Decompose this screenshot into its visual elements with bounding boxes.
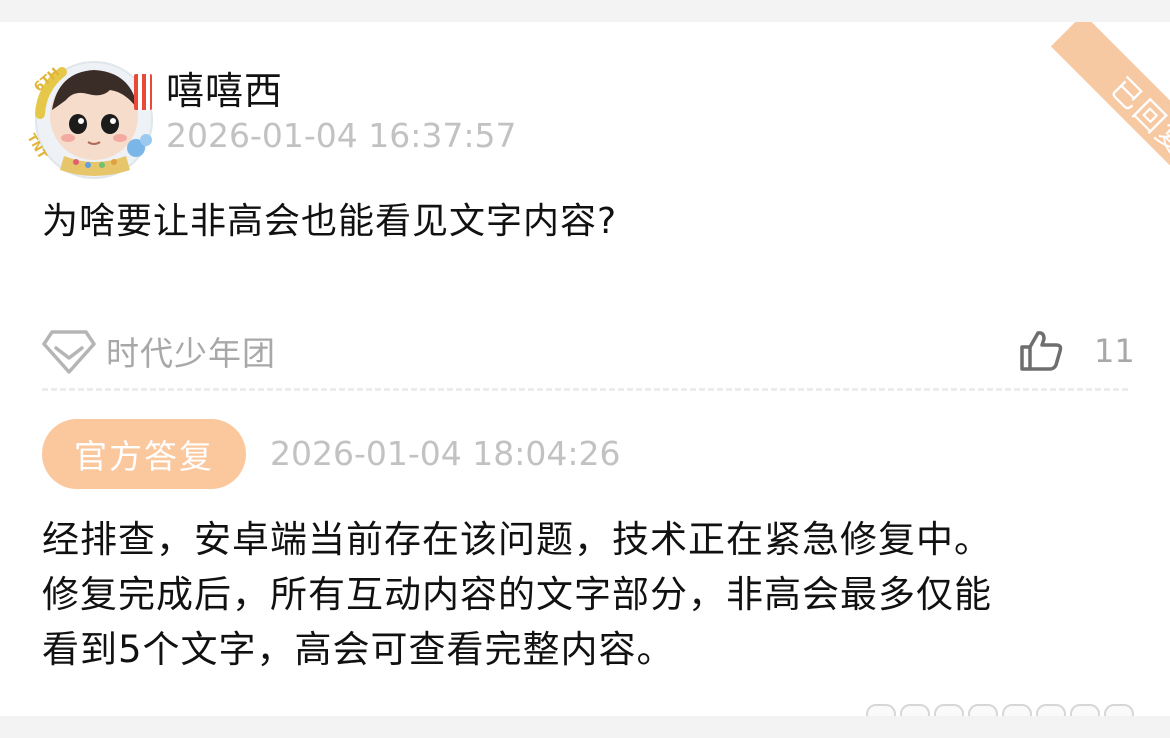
- reply-line: 经排查，安卓端当前存在该问题，技术正在紧急修复中。: [42, 518, 992, 561]
- replied-ribbon-label: 已回复: [1103, 71, 1170, 164]
- reply-body: 经排查，安卓端当前存在该问题，技术正在紧急修复中。 修复完成后，所有互动内容的文…: [42, 512, 992, 677]
- dashed-divider: [42, 388, 1128, 391]
- diamond-outline-icon: [42, 330, 96, 374]
- thumbs-up-icon: [1020, 331, 1063, 371]
- watermark-glyph: [1036, 704, 1066, 716]
- post-timestamp: 2026-01-04 16:37:57: [166, 116, 517, 155]
- like-button[interactable]: 11: [1018, 320, 1135, 382]
- watermark-glyph: [934, 704, 964, 716]
- question-text: 为啥要让非高会也能看见文字内容?: [42, 201, 618, 242]
- topic-tag[interactable]: 时代少年团: [42, 320, 276, 382]
- user-avatar[interactable]: 6TH TNT: [22, 44, 160, 182]
- username[interactable]: 嘻嘻西: [166, 60, 283, 115]
- watermark: [866, 698, 1166, 716]
- watermark-glyph: [1104, 704, 1134, 716]
- replied-ribbon: 已回复: [1050, 22, 1170, 217]
- topic-label: 时代少年团: [106, 334, 276, 373]
- official-reply-badge: 官方答复: [42, 419, 246, 489]
- official-reply-badge-label: 官方答复: [74, 437, 214, 476]
- watermark-glyph: [1070, 704, 1100, 716]
- reply-timestamp: 2026-01-04 18:04:26: [270, 434, 621, 473]
- watermark-glyph: [900, 704, 930, 716]
- like-count: 11: [1094, 332, 1135, 370]
- qa-card: 6TH TNT 嘻嘻西 2026-01-04 16:37:57 已回复 为啥要让…: [0, 22, 1170, 716]
- watermark-glyph: [1002, 704, 1032, 716]
- reply-line: 修复完成后，所有互动内容的文字部分，非高会最多仅能: [42, 573, 992, 616]
- watermark-glyph: [866, 704, 896, 716]
- watermark-glyph: [968, 704, 998, 716]
- reply-line: 看到5个文字，高会可查看完整内容。: [42, 628, 675, 671]
